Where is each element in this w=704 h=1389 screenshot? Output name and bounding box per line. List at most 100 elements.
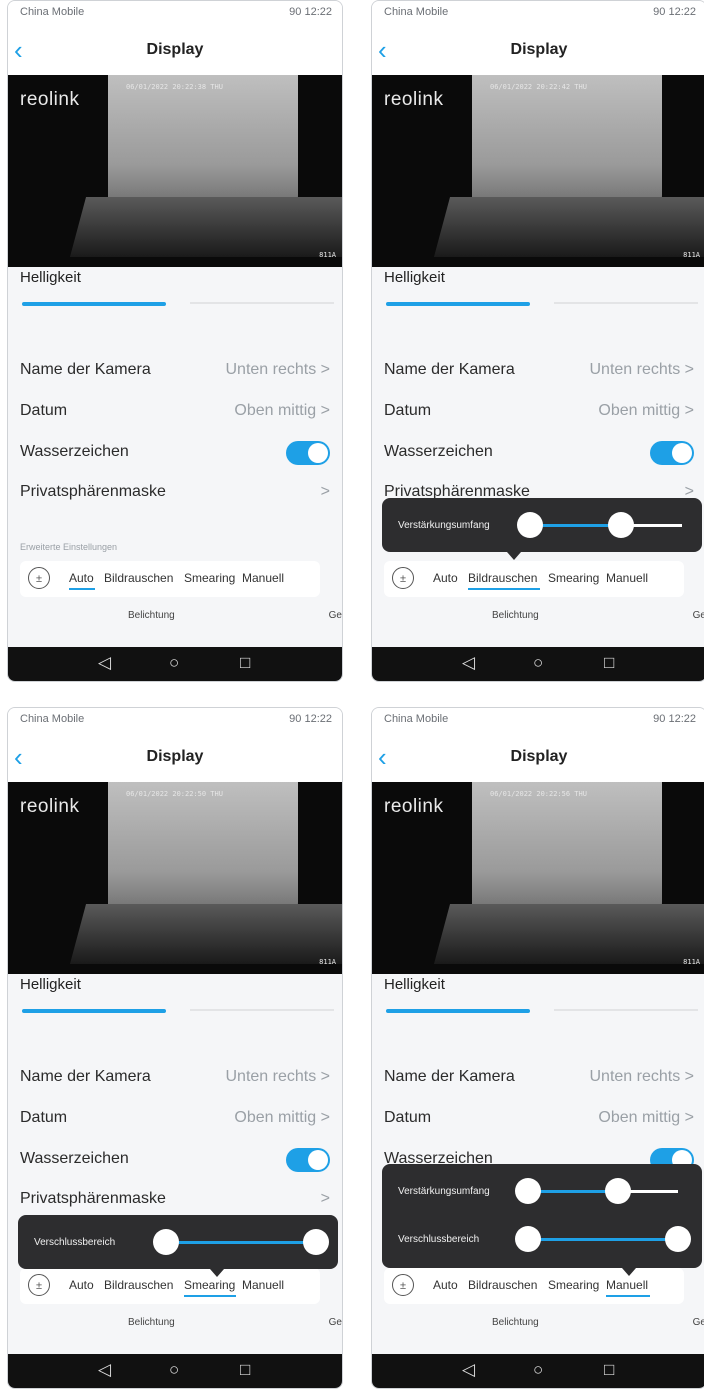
home-nav-icon[interactable]: ○	[533, 1360, 543, 1380]
camera-code: 811A	[683, 251, 700, 259]
back-nav-icon[interactable]: ◁	[462, 653, 475, 673]
date-row[interactable]: Datum Oben mittig >	[384, 402, 694, 426]
camera-name-row[interactable]: Name der Kamera Unten rechts >	[20, 1068, 330, 1092]
page-title: Display	[146, 41, 204, 58]
mode-selected-underline	[606, 1295, 650, 1297]
watermark-toggle[interactable]	[286, 441, 330, 465]
video-timestamp: 06/01/2022 20:22:38 THU	[126, 83, 223, 91]
shutter-range-thumb-low[interactable]	[515, 1226, 541, 1252]
watermark-row: Wasserzeichen	[20, 441, 330, 467]
mode-auto[interactable]: Auto	[69, 571, 94, 585]
clock: 12:22	[304, 713, 332, 725]
brightness-tab-active[interactable]	[22, 1009, 166, 1013]
tab-next[interactable]: Ge	[329, 610, 342, 621]
popup-pointer	[210, 1269, 224, 1277]
exposure-mode-bar: ± Auto Bildrauschen Smearing Manuell	[20, 561, 320, 597]
mode-noise[interactable]: Bildrauschen	[104, 1278, 173, 1292]
brightness-tab-inactive[interactable]	[554, 1009, 698, 1011]
mode-manual[interactable]: Manuell	[242, 571, 284, 585]
brightness-tab-active[interactable]	[386, 1009, 530, 1013]
privacy-mask-row[interactable]: Privatsphärenmaske >	[20, 1190, 330, 1214]
mode-smearing[interactable]: Smearing	[184, 1278, 235, 1292]
phone-screen-auto: China Mobile 90 12:22 ‹ Display reolink …	[7, 0, 343, 682]
watermark-label: Wasserzeichen	[384, 443, 493, 460]
reolink-logo: reolink	[384, 796, 444, 817]
home-nav-icon[interactable]: ○	[169, 1360, 179, 1380]
shutter-range-slider[interactable]	[515, 1226, 691, 1252]
gain-range-slider[interactable]	[515, 1178, 678, 1204]
tab-exposure[interactable]: Belichtung	[492, 1317, 539, 1328]
camera-name-row[interactable]: Name der Kamera Unten rechts >	[384, 1068, 694, 1092]
gain-range-thumb-low[interactable]	[517, 512, 543, 538]
gain-range-slider[interactable]	[517, 512, 682, 538]
mode-manual[interactable]: Manuell	[242, 1278, 284, 1292]
gain-range-thumb-low[interactable]	[515, 1178, 541, 1204]
tab-exposure[interactable]: Belichtung	[128, 610, 175, 621]
back-nav-icon[interactable]: ◁	[98, 1360, 111, 1380]
video-timestamp: 06/01/2022 20:22:42 THU	[490, 83, 587, 91]
brightness-tab-active[interactable]	[22, 302, 166, 306]
home-nav-icon[interactable]: ○	[533, 653, 543, 673]
tab-exposure[interactable]: Belichtung	[128, 1317, 175, 1328]
mode-smearing[interactable]: Smearing	[548, 571, 599, 585]
tab-next[interactable]: Ge	[329, 1317, 342, 1328]
camera-name-row[interactable]: Name der Kamera Unten rechts >	[20, 361, 330, 385]
privacy-mask-label: Privatsphärenmaske	[20, 1190, 166, 1207]
camera-preview: reolink 06/01/2022 20:22:42 THU 811A	[372, 75, 704, 267]
watermark-toggle[interactable]	[650, 441, 694, 465]
mode-noise[interactable]: Bildrauschen	[468, 571, 537, 585]
camera-preview: reolink 06/01/2022 20:22:50 THU 811A	[8, 782, 342, 974]
watermark-toggle[interactable]	[286, 1148, 330, 1172]
nav-bar: ‹ Display	[372, 27, 704, 75]
shutter-range-thumb-low[interactable]	[153, 1229, 179, 1255]
system-nav-bar: ◁ ○ □	[372, 647, 704, 681]
date-row[interactable]: Datum Oben mittig >	[20, 1109, 330, 1133]
clock: 12:22	[668, 713, 696, 725]
camera-name-value: Unten rechts >	[225, 1068, 330, 1085]
recent-apps-icon[interactable]: □	[604, 653, 614, 673]
brightness-tab-inactive[interactable]	[190, 302, 334, 304]
shutter-range-slider[interactable]	[153, 1229, 329, 1255]
tab-next[interactable]: Ge	[693, 610, 704, 621]
recent-apps-icon[interactable]: □	[604, 1360, 614, 1380]
mode-auto[interactable]: Auto	[433, 571, 458, 585]
shutter-range-label: Verschlussbereich	[34, 1237, 116, 1248]
date-row[interactable]: Datum Oben mittig >	[20, 402, 330, 426]
camera-code: 811A	[319, 958, 336, 966]
date-label: Datum	[384, 402, 432, 419]
shutter-range-thumb-high[interactable]	[303, 1229, 329, 1255]
back-nav-icon[interactable]: ◁	[462, 1360, 475, 1380]
carrier-label: China Mobile	[20, 713, 85, 725]
mode-auto[interactable]: Auto	[69, 1278, 94, 1292]
toggle-knob	[308, 443, 328, 463]
gain-range-thumb-high[interactable]	[608, 512, 635, 538]
recent-apps-icon[interactable]: □	[240, 1360, 250, 1380]
brightness-tab-inactive[interactable]	[190, 1009, 334, 1011]
mode-manual[interactable]: Manuell	[606, 1278, 648, 1292]
gain-range-thumb-high[interactable]	[605, 1178, 631, 1204]
brightness-tab-active[interactable]	[386, 302, 530, 306]
mode-noise[interactable]: Bildrauschen	[104, 571, 173, 585]
recent-apps-icon[interactable]: □	[240, 653, 250, 673]
shutter-range-thumb-high[interactable]	[665, 1226, 691, 1252]
camera-name-row[interactable]: Name der Kamera Unten rechts >	[384, 361, 694, 385]
date-value: Oben mittig >	[598, 1109, 694, 1126]
mode-smearing[interactable]: Smearing	[548, 1278, 599, 1292]
mode-auto[interactable]: Auto	[433, 1278, 458, 1292]
date-row[interactable]: Datum Oben mittig >	[384, 1109, 694, 1133]
privacy-mask-row[interactable]: Privatsphärenmaske >	[20, 483, 330, 507]
page-title: Display	[510, 41, 568, 58]
camera-name-label: Name der Kamera	[20, 361, 151, 378]
mode-smearing[interactable]: Smearing	[184, 571, 235, 585]
home-nav-icon[interactable]: ○	[169, 653, 179, 673]
mode-manual[interactable]: Manuell	[606, 571, 648, 585]
tab-exposure[interactable]: Belichtung	[492, 610, 539, 621]
camera-name-label: Name der Kamera	[384, 1068, 515, 1085]
mode-noise[interactable]: Bildrauschen	[468, 1278, 537, 1292]
back-nav-icon[interactable]: ◁	[98, 653, 111, 673]
reolink-logo: reolink	[20, 796, 80, 817]
battery-level: 90	[653, 6, 666, 18]
tab-next[interactable]: Ge	[693, 1317, 704, 1328]
date-value: Oben mittig >	[598, 402, 694, 419]
brightness-tab-inactive[interactable]	[554, 302, 698, 304]
